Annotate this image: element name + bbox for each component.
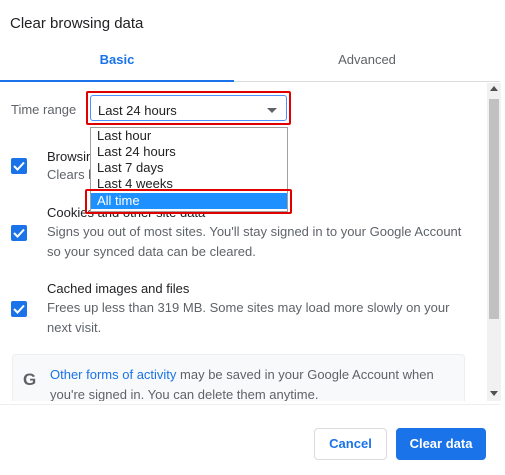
tab-basic[interactable]: Basic xyxy=(0,44,234,82)
time-range-dropdown-list: Last hour Last 24 hours Last 7 days Last… xyxy=(90,127,288,212)
google-account-info-box: G Other forms of activity may be saved i… xyxy=(12,354,465,401)
time-range-selected-value: Last 24 hours xyxy=(98,103,177,118)
dialog-title: Clear browsing data xyxy=(10,15,144,32)
time-range-label: Time range xyxy=(11,102,77,117)
time-range-option-last-4-weeks[interactable]: Last 4 weeks xyxy=(91,176,287,192)
cached-images-description: Frees up less than 319 MB. Some sites ma… xyxy=(47,300,450,335)
scrollbar-thumb[interactable] xyxy=(489,99,499,319)
time-range-option-last-hour[interactable]: Last hour xyxy=(91,128,287,144)
cookies-description: Signs you out of most sites. You'll stay… xyxy=(47,224,462,259)
cookies-checkbox[interactable] xyxy=(11,225,27,241)
checkmark-icon xyxy=(13,228,25,238)
cancel-button[interactable]: Cancel xyxy=(314,428,387,460)
chevron-down-icon xyxy=(267,108,277,113)
footer-divider xyxy=(0,404,500,405)
clear-browsing-data-dialog: Clear browsing data Basic Advanced Time … xyxy=(0,0,505,475)
info-text: Other forms of activity may be saved in … xyxy=(50,365,460,401)
time-range-option-last-7-days[interactable]: Last 7 days xyxy=(91,160,287,176)
tab-advanced-label: Advanced xyxy=(338,52,396,67)
clear-data-button[interactable]: Clear data xyxy=(396,428,486,460)
active-tab-indicator xyxy=(0,80,234,82)
tab-basic-label: Basic xyxy=(99,52,135,67)
cached-images-checkbox[interactable] xyxy=(11,301,27,317)
time-range-select[interactable]: Last 24 hours xyxy=(86,91,291,125)
time-range-select-field[interactable]: Last 24 hours xyxy=(90,95,287,121)
tab-bar: Basic Advanced xyxy=(0,44,500,82)
scroll-down-arrow-icon[interactable] xyxy=(490,391,498,396)
browsing-history-checkbox[interactable] xyxy=(11,158,27,174)
scroll-up-arrow-icon[interactable] xyxy=(490,86,498,91)
cached-images-title: Cached images and files xyxy=(47,281,190,296)
checkmark-icon xyxy=(13,161,25,171)
time-range-option-all-time[interactable]: All time xyxy=(91,193,287,209)
checkmark-icon xyxy=(13,304,25,314)
other-activity-link[interactable]: Other forms of activity xyxy=(50,367,176,382)
content-scrollbar[interactable] xyxy=(487,83,501,401)
time-range-option-last-24-hours[interactable]: Last 24 hours xyxy=(91,144,287,160)
tab-advanced[interactable]: Advanced xyxy=(234,44,500,81)
google-g-icon: G xyxy=(23,370,37,389)
